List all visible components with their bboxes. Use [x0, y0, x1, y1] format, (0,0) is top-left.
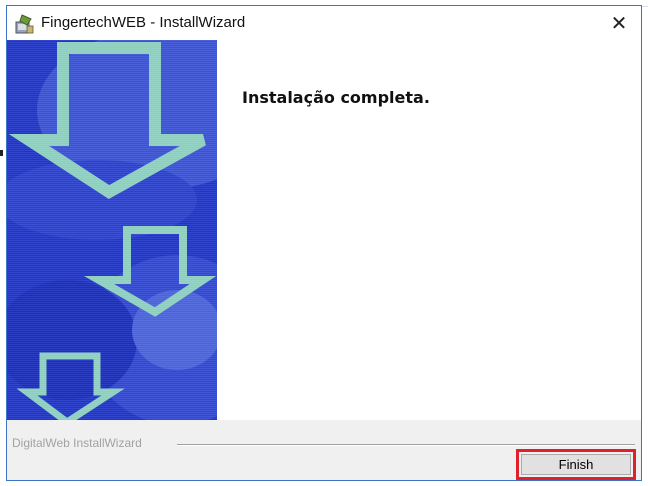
setup-icon [15, 14, 34, 34]
window-title: FingertechWEB - InstallWizard [41, 14, 246, 31]
installer-side-banner [7, 40, 217, 420]
finish-button-label: Finish [558, 457, 594, 472]
finish-button[interactable]: Finish [521, 454, 631, 475]
wizard-content: Instalação completa. [7, 40, 641, 420]
footer-divider [177, 444, 635, 446]
title-bar[interactable]: FingertechWEB - InstallWizard ✕ [7, 6, 641, 40]
background-mark [0, 150, 3, 156]
completion-heading: Instalação completa. [242, 88, 430, 107]
background-edge [0, 0, 4, 486]
brand-label: DigitalWeb InstallWizard [12, 436, 150, 450]
close-button[interactable]: ✕ [597, 6, 641, 40]
close-icon: ✕ [610, 11, 628, 35]
installer-window: FingertechWEB - InstallWizard ✕ Instalaç… [6, 5, 642, 481]
